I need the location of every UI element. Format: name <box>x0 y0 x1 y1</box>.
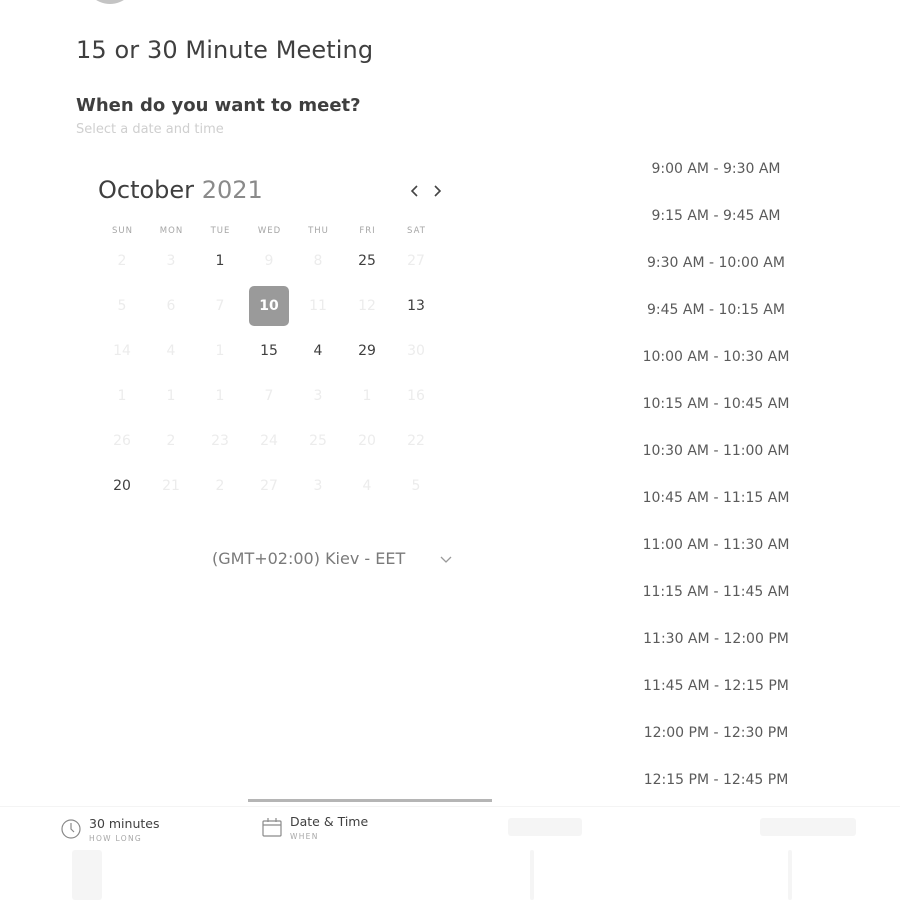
calendar-day: 4 <box>166 343 176 359</box>
calendar-day: 1 <box>215 343 225 359</box>
calendar-day: 12 <box>358 298 376 314</box>
time-slot[interactable]: 10:45 AM - 11:15 AM <box>636 490 796 506</box>
year-name: 2021 <box>201 176 263 204</box>
calendar-day: 3 <box>166 253 176 269</box>
weekday-mon: MON <box>159 226 184 236</box>
time-slot[interactable]: 9:45 AM - 10:15 AM <box>636 302 796 318</box>
calendar-day-available[interactable]: 13 <box>396 286 436 326</box>
time-slot[interactable]: 12:00 PM - 12:30 PM <box>636 725 796 741</box>
calendar-day: 30 <box>407 343 425 359</box>
section-subheading: Select a date and time <box>76 122 224 137</box>
calendar-month-label: October 2021 <box>98 176 263 204</box>
time-slot[interactable]: 9:00 AM - 9:30 AM <box>636 161 796 177</box>
calendar-day: 20 <box>358 433 376 449</box>
weekday-wed: WED <box>257 226 282 236</box>
time-slot[interactable]: 11:15 AM - 11:45 AM <box>636 584 796 600</box>
calendar-day: 23 <box>211 433 229 449</box>
calendar-day: 1 <box>362 388 372 404</box>
calendar-day: 9 <box>264 253 274 269</box>
calendar-day: 6 <box>166 298 176 314</box>
calendar-day-available[interactable]: 25 <box>347 241 387 281</box>
footer-placeholder <box>788 850 792 900</box>
weekday-tue: TUE <box>210 226 231 236</box>
calendar-day: 2 <box>166 433 176 449</box>
calendar-day: 5 <box>117 298 127 314</box>
avatar <box>84 0 136 4</box>
calendar-day-selected[interactable]: 10 <box>249 286 289 326</box>
calendar-day: 2 <box>117 253 127 269</box>
calendar-day-available[interactable]: 29 <box>347 331 387 371</box>
step-label: Date & Time <box>290 814 369 829</box>
step-sublabel: WHEN <box>290 832 319 841</box>
active-step-indicator <box>248 799 492 802</box>
time-slot[interactable]: 9:15 AM - 9:45 AM <box>636 208 796 224</box>
calendar-day: 8 <box>313 253 323 269</box>
calendar-day: 26 <box>113 433 131 449</box>
chevron-right-icon <box>434 185 442 197</box>
calendar-day: 16 <box>407 388 425 404</box>
time-slot[interactable]: 10:00 AM - 10:30 AM <box>636 349 796 365</box>
chevron-left-icon <box>410 185 418 197</box>
footer-divider <box>0 806 900 807</box>
calendar-day-available[interactable]: 20 <box>102 466 142 506</box>
step-placeholder <box>508 818 582 836</box>
calendar-day: 4 <box>362 478 372 494</box>
calendar-day: 7 <box>264 388 274 404</box>
time-slot[interactable]: 11:30 AM - 12:00 PM <box>636 631 796 647</box>
step-placeholder <box>760 818 856 836</box>
step-label: 30 minutes <box>89 816 160 831</box>
time-slot[interactable]: 11:00 AM - 11:30 AM <box>636 537 796 553</box>
time-slot[interactable]: 10:30 AM - 11:00 AM <box>636 443 796 459</box>
weekday-sat: SAT <box>407 226 426 236</box>
calendar-day-available[interactable]: 15 <box>249 331 289 371</box>
next-month-button[interactable] <box>427 180 447 202</box>
calendar-day: 1 <box>117 388 127 404</box>
calendar-day: 25 <box>309 433 327 449</box>
clock-icon <box>61 819 81 839</box>
time-slot[interactable]: 10:15 AM - 10:45 AM <box>636 396 796 412</box>
time-slot[interactable]: 9:30 AM - 10:00 AM <box>636 255 796 271</box>
footer-placeholder <box>530 850 534 900</box>
calendar-day: 5 <box>411 478 421 494</box>
calendar-day-available[interactable]: 4 <box>298 331 338 371</box>
time-slot[interactable]: 12:15 PM - 12:45 PM <box>636 772 796 788</box>
weekday-sun: SUN <box>112 226 133 236</box>
prev-month-button[interactable] <box>405 180 425 202</box>
calendar-day: 27 <box>407 253 425 269</box>
calendar-day: 11 <box>309 298 327 314</box>
month-name: October <box>98 176 195 204</box>
calendar-day: 3 <box>313 478 323 494</box>
calendar-day: 24 <box>260 433 278 449</box>
time-slot[interactable]: 11:45 AM - 12:15 PM <box>636 678 796 694</box>
section-heading: When do you want to meet? <box>76 95 361 116</box>
calendar-day: 22 <box>407 433 425 449</box>
weekday-thu: THU <box>308 226 329 236</box>
calendar-icon <box>262 818 282 837</box>
chevron-down-icon <box>440 556 452 563</box>
calendar-day: 27 <box>260 478 278 494</box>
footer-placeholder <box>72 850 102 900</box>
weekday-fri: FRI <box>359 226 376 236</box>
calendar-day: 1 <box>215 388 225 404</box>
calendar-day: 21 <box>162 478 180 494</box>
calendar-day-available[interactable]: 1 <box>200 241 240 281</box>
step-sublabel: HOW LONG <box>89 834 142 843</box>
timezone-select[interactable]: (GMT+02:00) Kiev - EET <box>212 549 405 568</box>
calendar-day: 2 <box>215 478 225 494</box>
page-title: 15 or 30 Minute Meeting <box>76 36 374 64</box>
calendar-day: 7 <box>215 298 225 314</box>
calendar-day: 1 <box>166 388 176 404</box>
calendar-day: 14 <box>113 343 131 359</box>
calendar-day: 3 <box>313 388 323 404</box>
